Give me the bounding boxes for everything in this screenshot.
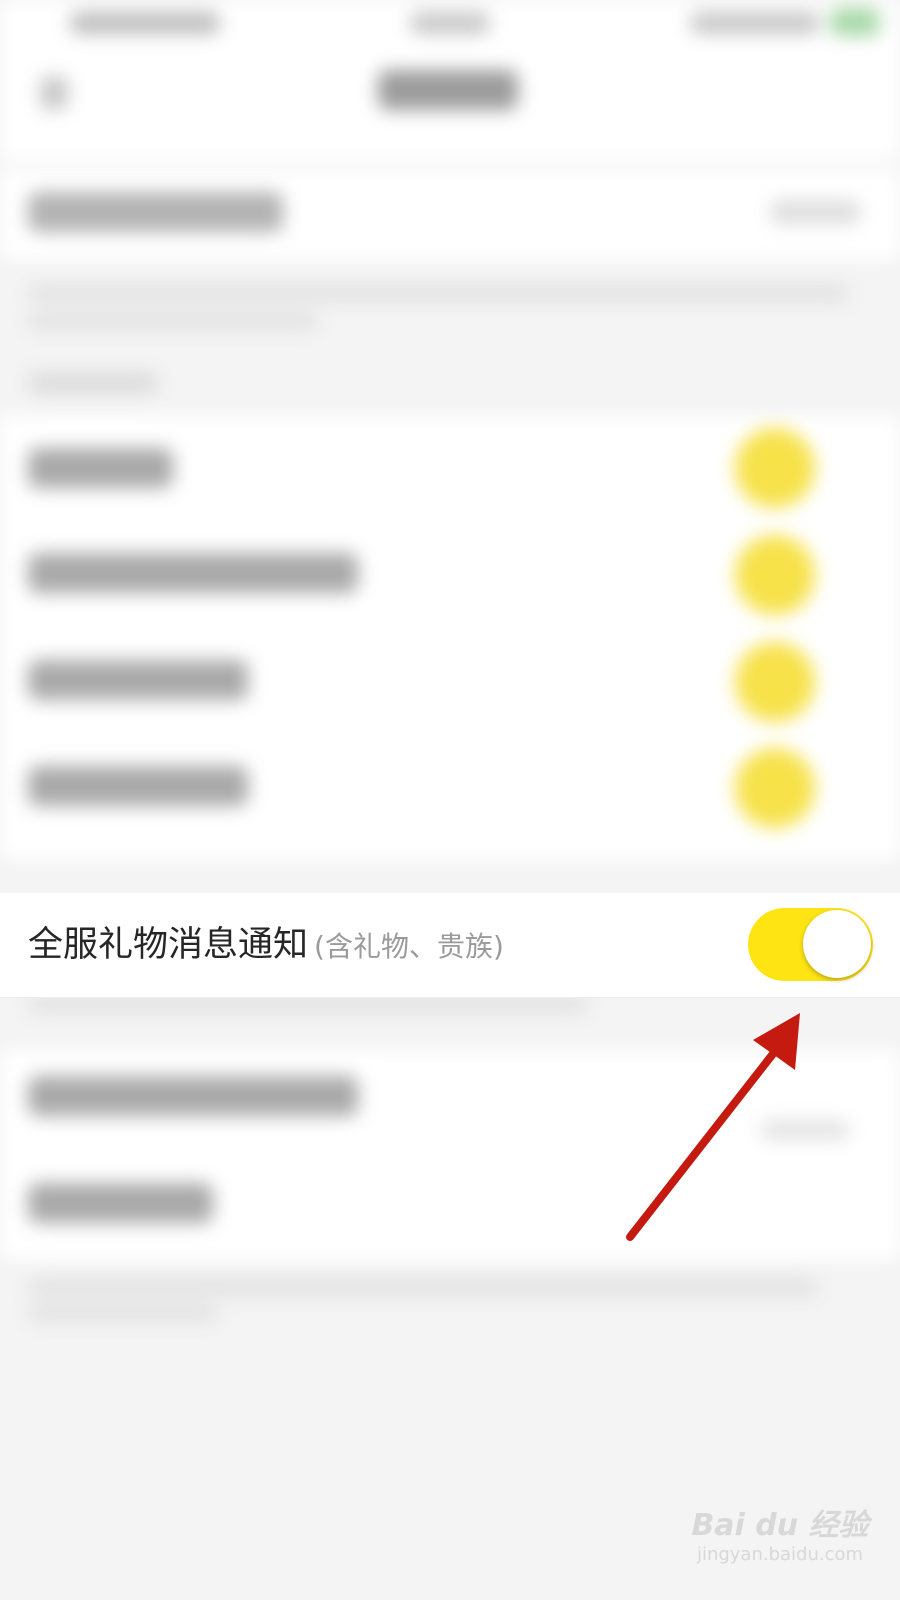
toggle-knob — [803, 910, 871, 978]
setting-label-wrap: 全服礼物消息通知 (含礼物、贵族) — [28, 893, 504, 997]
blurred-toggle-knob — [735, 748, 815, 828]
blurred-list-label — [28, 448, 173, 488]
blurred-list-label — [28, 553, 358, 593]
blurred-section-label — [28, 192, 283, 232]
blurred-toggle-knob — [735, 428, 815, 508]
blurred-toggle-knob — [735, 535, 815, 615]
blurred-hint-line — [28, 1278, 818, 1296]
blurred-group-label — [28, 372, 158, 394]
blurred-page-title — [378, 70, 518, 110]
setting-subtitle: (含礼物、贵族) — [314, 930, 504, 963]
gift-notification-setting-row: 全服礼物消息通知 (含礼物、贵族) — [0, 893, 900, 998]
setting-title: 全服礼物消息通知 — [28, 925, 309, 965]
baidu-jingyan-watermark: Bai du 经验 jingyan.baidu.com — [690, 1500, 870, 1565]
blurred-list-label — [28, 660, 248, 700]
watermark-brand: Bai du 经验 — [691, 1508, 869, 1543]
blurred-status-bar-right — [690, 12, 820, 34]
blurred-hint-line — [28, 312, 318, 330]
blurred-toggle-knob — [735, 642, 815, 722]
blurred-section-value — [770, 200, 860, 224]
blurred-list-value — [760, 1120, 850, 1140]
blurred-status-bar-center — [410, 12, 490, 34]
blurred-background — [0, 0, 900, 1600]
blurred-battery-icon — [830, 8, 880, 36]
watermark-url: jingyan.baidu.com — [696, 1544, 864, 1565]
blurred-hint-line — [28, 284, 848, 302]
blurred-status-bar-left — [70, 12, 220, 34]
blurred-hint-line — [28, 1304, 218, 1322]
blurred-back-icon — [40, 76, 68, 110]
blurred-list-label — [28, 1076, 358, 1116]
gift-notification-toggle[interactable] — [748, 908, 873, 981]
blurred-list-label — [28, 1183, 213, 1223]
blurred-list-label — [28, 766, 248, 806]
